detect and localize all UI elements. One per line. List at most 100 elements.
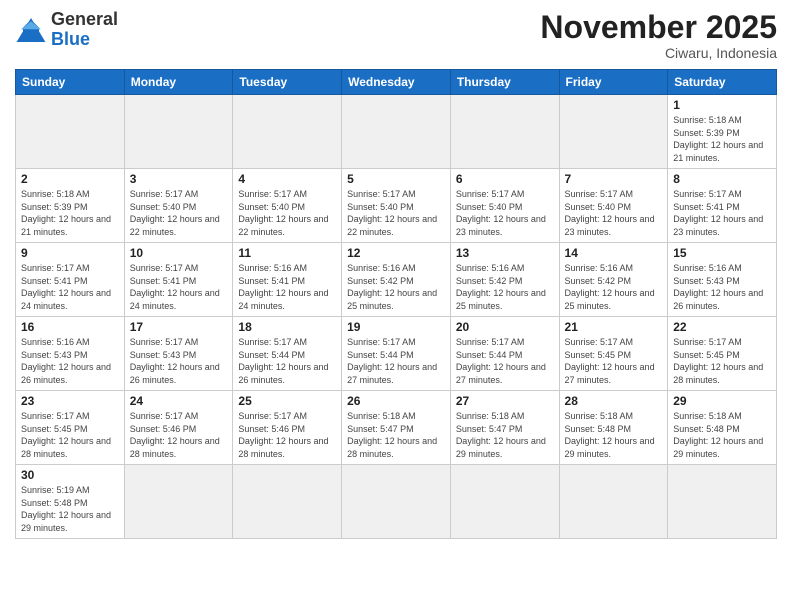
calendar-cell [668, 465, 777, 538]
day-info: Sunrise: 5:16 AMSunset: 5:43 PMDaylight:… [673, 262, 771, 312]
day-number: 21 [565, 320, 663, 334]
logo-icon [15, 16, 47, 44]
calendar-cell: 28 Sunrise: 5:18 AMSunset: 5:48 PMDayligh… [559, 391, 668, 465]
day-number: 27 [456, 394, 554, 408]
day-header-tuesday: Tuesday [233, 70, 342, 95]
week-row-5: 30 Sunrise: 5:19 AMSunset: 5:48 PMDayligh… [16, 465, 777, 538]
calendar-cell: 1 Sunrise: 5:18 AMSunset: 5:39 PMDaylight… [668, 95, 777, 169]
day-info: Sunrise: 5:17 AMSunset: 5:43 PMDaylight:… [130, 336, 228, 386]
day-number: 8 [673, 172, 771, 186]
day-number: 14 [565, 246, 663, 260]
calendar-cell [342, 465, 451, 538]
day-info: Sunrise: 5:17 AMSunset: 5:44 PMDaylight:… [347, 336, 445, 386]
calendar-cell: 15Sunrise: 5:16 AMSunset: 5:43 PMDayligh… [668, 243, 777, 317]
day-info: Sunrise: 5:16 AMSunset: 5:43 PMDaylight:… [21, 336, 119, 386]
day-info: Sunrise: 5:19 AMSunset: 5:48 PMDaylight:… [21, 484, 119, 534]
day-info: Sunrise: 5:16 AMSunset: 5:42 PMDaylight:… [347, 262, 445, 312]
day-info: Sunrise: 5:17 AMSunset: 5:45 PMDaylight:… [565, 336, 663, 386]
day-info: Sunrise: 5:18 AMSunset: 5:39 PMDaylight:… [673, 114, 771, 164]
title-block: November 2025 Ciwaru, Indonesia [540, 10, 777, 61]
calendar-cell: 7 Sunrise: 5:17 AMSunset: 5:40 PMDaylight… [559, 169, 668, 243]
calendar-cell: 19 Sunrise: 5:17 AMSunset: 5:44 PMDayligh… [342, 317, 451, 391]
day-number: 16 [21, 320, 119, 334]
calendar-cell: 24Sunrise: 5:17 AMSunset: 5:46 PMDayligh… [124, 391, 233, 465]
day-number: 30 [21, 468, 119, 482]
location-text: Ciwaru, Indonesia [540, 45, 777, 61]
day-info: Sunrise: 5:18 AMSunset: 5:47 PMDaylight:… [347, 410, 445, 460]
day-number: 22 [673, 320, 771, 334]
day-number: 17 [130, 320, 228, 334]
day-header-friday: Friday [559, 70, 668, 95]
calendar-cell [124, 465, 233, 538]
week-row-4: 23Sunrise: 5:17 AMSunset: 5:45 PMDayligh… [16, 391, 777, 465]
day-number: 20 [456, 320, 554, 334]
day-info: Sunrise: 5:17 AMSunset: 5:40 PMDaylight:… [347, 188, 445, 238]
day-number: 5 [347, 172, 445, 186]
day-info: Sunrise: 5:16 AMSunset: 5:42 PMDaylight:… [565, 262, 663, 312]
calendar-cell [233, 465, 342, 538]
day-info: Sunrise: 5:17 AMSunset: 5:45 PMDaylight:… [673, 336, 771, 386]
calendar-cell: 2 Sunrise: 5:18 AMSunset: 5:39 PMDaylight… [16, 169, 125, 243]
day-info: Sunrise: 5:17 AMSunset: 5:46 PMDaylight:… [130, 410, 228, 460]
day-number: 3 [130, 172, 228, 186]
day-info: Sunrise: 5:17 AMSunset: 5:46 PMDaylight:… [238, 410, 336, 460]
calendar-table: SundayMondayTuesdayWednesdayThursdayFrid… [15, 69, 777, 538]
day-number: 9 [21, 246, 119, 260]
day-number: 28 [565, 394, 663, 408]
calendar-cell: 6 Sunrise: 5:17 AMSunset: 5:40 PMDaylight… [450, 169, 559, 243]
calendar-cell: 14 Sunrise: 5:16 AMSunset: 5:42 PMDayligh… [559, 243, 668, 317]
week-row-3: 16 Sunrise: 5:16 AMSunset: 5:43 PMDayligh… [16, 317, 777, 391]
calendar-cell [342, 95, 451, 169]
calendar-cell: 4Sunrise: 5:17 AMSunset: 5:40 PMDaylight… [233, 169, 342, 243]
day-info: Sunrise: 5:16 AMSunset: 5:42 PMDaylight:… [456, 262, 554, 312]
calendar-cell: 30 Sunrise: 5:19 AMSunset: 5:48 PMDayligh… [16, 465, 125, 538]
calendar-cell: 10 Sunrise: 5:17 AMSunset: 5:41 PMDayligh… [124, 243, 233, 317]
calendar-cell: 9 Sunrise: 5:17 AMSunset: 5:41 PMDaylight… [16, 243, 125, 317]
week-row-2: 9 Sunrise: 5:17 AMSunset: 5:41 PMDaylight… [16, 243, 777, 317]
day-info: Sunrise: 5:17 AMSunset: 5:40 PMDaylight:… [456, 188, 554, 238]
calendar-cell [450, 465, 559, 538]
day-number: 25 [238, 394, 336, 408]
calendar-cell: 26Sunrise: 5:18 AMSunset: 5:47 PMDayligh… [342, 391, 451, 465]
calendar-cell: 23Sunrise: 5:17 AMSunset: 5:45 PMDayligh… [16, 391, 125, 465]
day-number: 2 [21, 172, 119, 186]
calendar-cell: 13 Sunrise: 5:16 AMSunset: 5:42 PMDayligh… [450, 243, 559, 317]
week-row-1: 2 Sunrise: 5:18 AMSunset: 5:39 PMDaylight… [16, 169, 777, 243]
calendar-cell: 12Sunrise: 5:16 AMSunset: 5:42 PMDayligh… [342, 243, 451, 317]
days-header-row: SundayMondayTuesdayWednesdayThursdayFrid… [16, 70, 777, 95]
day-number: 13 [456, 246, 554, 260]
day-info: Sunrise: 5:17 AMSunset: 5:41 PMDaylight:… [673, 188, 771, 238]
calendar-cell [559, 95, 668, 169]
day-info: Sunrise: 5:18 AMSunset: 5:48 PMDaylight:… [565, 410, 663, 460]
day-number: 1 [673, 98, 771, 112]
calendar-cell: 16 Sunrise: 5:16 AMSunset: 5:43 PMDayligh… [16, 317, 125, 391]
day-number: 10 [130, 246, 228, 260]
calendar-cell: 21 Sunrise: 5:17 AMSunset: 5:45 PMDayligh… [559, 317, 668, 391]
calendar-cell [559, 465, 668, 538]
day-info: Sunrise: 5:17 AMSunset: 5:41 PMDaylight:… [130, 262, 228, 312]
calendar-cell: 8 Sunrise: 5:17 AMSunset: 5:41 PMDaylight… [668, 169, 777, 243]
day-number: 29 [673, 394, 771, 408]
day-number: 6 [456, 172, 554, 186]
logo: General Blue [15, 10, 118, 50]
day-number: 19 [347, 320, 445, 334]
calendar-cell [450, 95, 559, 169]
day-info: Sunrise: 5:17 AMSunset: 5:44 PMDaylight:… [238, 336, 336, 386]
day-info: Sunrise: 5:17 AMSunset: 5:41 PMDaylight:… [21, 262, 119, 312]
logo-text: General Blue [51, 10, 118, 50]
calendar-cell: 22 Sunrise: 5:17 AMSunset: 5:45 PMDayligh… [668, 317, 777, 391]
day-header-wednesday: Wednesday [342, 70, 451, 95]
day-info: Sunrise: 5:18 AMSunset: 5:48 PMDaylight:… [673, 410, 771, 460]
day-number: 7 [565, 172, 663, 186]
calendar-cell: 29 Sunrise: 5:18 AMSunset: 5:48 PMDayligh… [668, 391, 777, 465]
calendar-cell: 11Sunrise: 5:16 AMSunset: 5:41 PMDayligh… [233, 243, 342, 317]
day-header-sunday: Sunday [16, 70, 125, 95]
day-info: Sunrise: 5:17 AMSunset: 5:45 PMDaylight:… [21, 410, 119, 460]
day-info: Sunrise: 5:18 AMSunset: 5:39 PMDaylight:… [21, 188, 119, 238]
calendar-cell [233, 95, 342, 169]
day-number: 18 [238, 320, 336, 334]
calendar-cell: 20Sunrise: 5:17 AMSunset: 5:44 PMDayligh… [450, 317, 559, 391]
day-header-thursday: Thursday [450, 70, 559, 95]
calendar-cell: 5 Sunrise: 5:17 AMSunset: 5:40 PMDaylight… [342, 169, 451, 243]
day-info: Sunrise: 5:17 AMSunset: 5:40 PMDaylight:… [565, 188, 663, 238]
